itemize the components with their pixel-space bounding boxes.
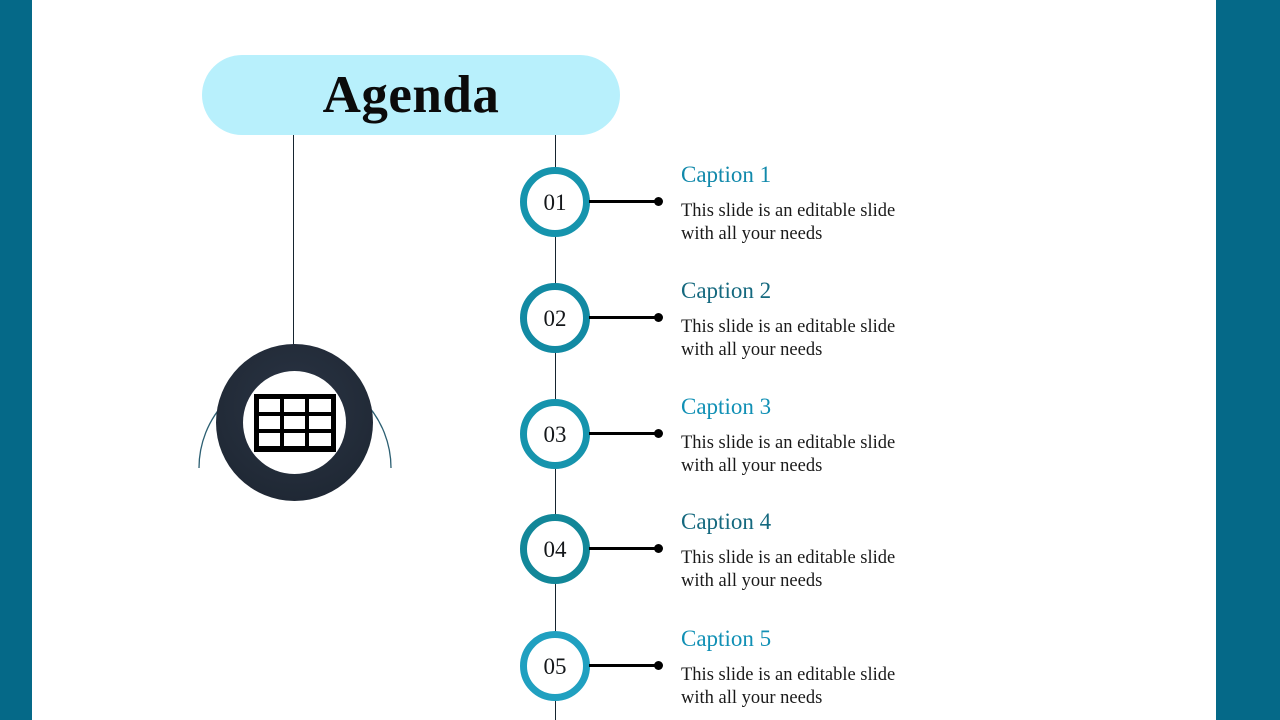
left-accent-bar xyxy=(0,0,32,720)
connector-dot xyxy=(654,661,663,670)
table-grid-icon xyxy=(253,393,336,452)
step-number-circle[interactable]: 02 xyxy=(520,283,590,353)
step-number-circle[interactable]: 03 xyxy=(520,399,590,469)
item-description: This slide is an editable slide with all… xyxy=(681,317,896,360)
item-caption: Caption 5 xyxy=(681,626,772,651)
step-number-circle[interactable]: 01 xyxy=(520,167,590,237)
item-caption: Caption 3 xyxy=(681,394,772,419)
right-accent-bar xyxy=(1216,0,1280,720)
step-number-label: 02 xyxy=(543,305,567,331)
item-description: This slide is an editable slide with all… xyxy=(681,548,896,591)
item-description: This slide is an editable slide with all… xyxy=(681,201,896,244)
icon-medallion xyxy=(195,318,395,508)
connector-line xyxy=(589,664,657,667)
step-number-label: 04 xyxy=(543,536,567,562)
page-title: Agenda xyxy=(322,65,500,124)
item-description: This slide is an editable slide with all… xyxy=(681,433,896,476)
step-number-label: 03 xyxy=(543,421,567,447)
connector-dot xyxy=(654,544,663,553)
icon-ring xyxy=(216,344,373,501)
icon-ring-hole xyxy=(243,371,346,474)
step-number-circle[interactable]: 05 xyxy=(520,631,590,701)
connector-line xyxy=(589,316,657,319)
connector-dot xyxy=(654,313,663,322)
step-number-label: 05 xyxy=(543,653,567,679)
agenda-slide: Agenda 01 Caption 1 This slide is an edita… xyxy=(0,0,1280,720)
step-number-circle[interactable]: 04 xyxy=(520,514,590,584)
connector-line xyxy=(589,200,657,203)
connector-line xyxy=(589,432,657,435)
item-caption: Caption 1 xyxy=(681,162,772,187)
connector-line xyxy=(589,547,657,550)
connector-dot xyxy=(654,197,663,206)
item-caption: Caption 2 xyxy=(681,278,772,303)
item-caption: Caption 4 xyxy=(681,509,772,534)
step-number-label: 01 xyxy=(543,189,567,215)
title-banner: Agenda xyxy=(202,55,620,135)
connector-dot xyxy=(654,429,663,438)
item-description: This slide is an editable slide with all… xyxy=(681,665,896,708)
